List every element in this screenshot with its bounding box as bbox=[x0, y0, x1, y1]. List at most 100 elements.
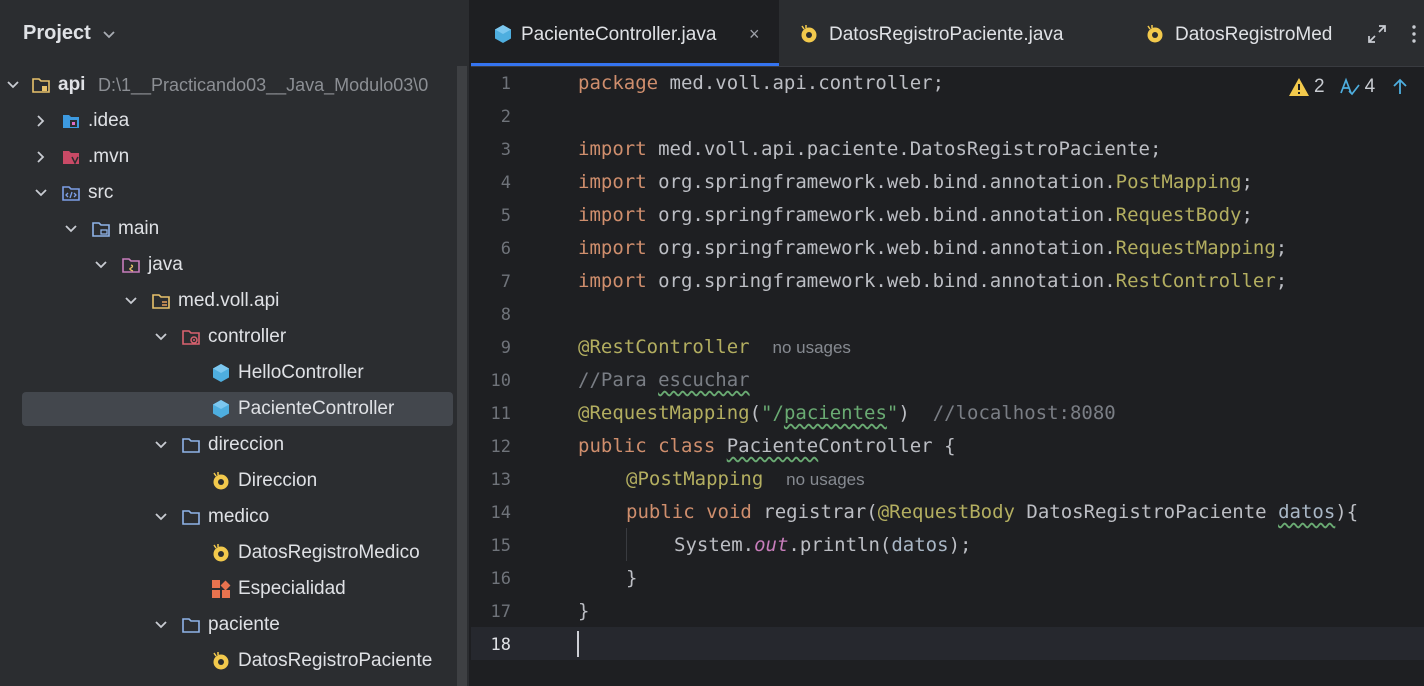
tree-item-label: HelloController bbox=[238, 362, 364, 383]
tab-label: PacienteController.java bbox=[521, 24, 717, 45]
maximize-icon[interactable] bbox=[1367, 24, 1387, 44]
java-source-folder-icon bbox=[122, 258, 140, 273]
keyword: public void bbox=[626, 501, 764, 523]
line-number: 3 bbox=[500, 140, 511, 160]
more-options-icon[interactable] bbox=[1411, 24, 1417, 44]
module-path: D:\1__Practicando03__Java_Modulo03\0 bbox=[98, 75, 429, 95]
import-path: med.voll.api.paciente.DatosRegistroPacie… bbox=[646, 138, 1162, 160]
chevron-down-icon[interactable] bbox=[1419, 77, 1424, 97]
tree-item-idea[interactable]: .idea bbox=[0, 103, 458, 139]
indent-guide bbox=[626, 528, 627, 561]
paren: ) bbox=[898, 402, 910, 424]
chevron-down-icon[interactable] bbox=[33, 185, 49, 201]
chevron-right-icon[interactable] bbox=[33, 113, 49, 129]
close-tab-button[interactable]: × bbox=[749, 24, 760, 45]
tree-item-label: controller bbox=[208, 326, 287, 347]
chevron-down-icon[interactable] bbox=[101, 26, 117, 42]
tree-item-label: Direccion bbox=[238, 470, 318, 491]
enum-class-icon bbox=[212, 580, 231, 598]
package-icon bbox=[182, 438, 200, 453]
arrow-up-icon[interactable] bbox=[1389, 77, 1411, 97]
annotation: @RequestBody bbox=[877, 501, 1015, 523]
imported-class: RequestBody bbox=[1115, 204, 1242, 226]
usages-hint[interactable]: no usages bbox=[786, 470, 864, 489]
semicolon: ; bbox=[1275, 270, 1288, 292]
tab-label: DatosRegistroMed bbox=[1175, 24, 1333, 45]
tree-item-direccion-package[interactable]: direccion bbox=[0, 427, 458, 463]
tree-item-medico-package[interactable]: medico bbox=[0, 499, 458, 535]
code-line-4: import org.springframework.web.bind.anno… bbox=[578, 171, 1253, 204]
warning-icon bbox=[1289, 78, 1309, 96]
imported-class: PostMapping bbox=[1115, 171, 1242, 193]
chevron-down-icon[interactable] bbox=[63, 221, 79, 237]
chevron-down-icon[interactable] bbox=[5, 77, 21, 93]
tab-datos-registro-paciente[interactable]: DatosRegistroPaciente.java bbox=[779, 0, 1109, 66]
string-literal: "/ bbox=[761, 402, 784, 424]
tree-item-datos-registro-medico[interactable]: DatosRegistroMedico bbox=[0, 535, 458, 571]
tree-item-package-root[interactable]: med.voll.api bbox=[0, 283, 458, 319]
keyword: public class bbox=[578, 435, 727, 457]
tree-item-hello-controller[interactable]: HelloController bbox=[0, 355, 458, 391]
tab-paciente-controller[interactable]: PacienteController.java × bbox=[471, 0, 779, 66]
semicolon: ; bbox=[1275, 237, 1288, 259]
tree-item-paciente-package[interactable]: paciente bbox=[0, 607, 458, 643]
code-line-15: System.out.println(datos); bbox=[674, 534, 971, 567]
chevron-down-icon[interactable] bbox=[93, 257, 109, 273]
code-line-17: } bbox=[578, 600, 589, 633]
tree-item-controller[interactable]: controller bbox=[0, 319, 458, 355]
keyword: import bbox=[578, 171, 647, 193]
chevron-down-icon[interactable] bbox=[153, 617, 169, 633]
tree-item-java[interactable]: java bbox=[0, 247, 458, 283]
keyword: import bbox=[578, 270, 647, 292]
tree-item-label: DatosRegistroMedico bbox=[238, 542, 420, 563]
tree-item-label: direccion bbox=[208, 434, 285, 455]
tree-item-especialidad[interactable]: Especialidad bbox=[0, 571, 458, 607]
tree-item-src[interactable]: src bbox=[0, 175, 458, 211]
project-panel-title[interactable]: Project bbox=[23, 22, 91, 45]
tree-item-direccion-record[interactable]: Direccion bbox=[0, 463, 458, 499]
code-line-10: //Para escuchar bbox=[578, 369, 750, 402]
line-number: 2 bbox=[500, 107, 511, 127]
line-number: 4 bbox=[500, 173, 511, 193]
code-line-1: package med.voll.api.controller; bbox=[578, 72, 944, 105]
comment: //localhost:8080 bbox=[932, 402, 1116, 424]
tree-item-paciente-controller[interactable]: PacienteController bbox=[0, 391, 458, 427]
record-class-icon bbox=[213, 544, 229, 562]
tab-label: DatosRegistroPaciente.java bbox=[829, 24, 1064, 45]
inspections-widget[interactable]: 2 4 bbox=[1288, 74, 1424, 100]
line-number: 15 bbox=[490, 536, 511, 556]
project-scrollbar[interactable] bbox=[457, 66, 467, 686]
paren: ( bbox=[749, 402, 762, 424]
chevron-down-icon[interactable] bbox=[153, 329, 169, 345]
tree-item-mvn[interactable]: .mvn bbox=[0, 139, 458, 175]
code-line-14: public void registrar(@RequestBody Datos… bbox=[626, 501, 1358, 534]
paren: ){ bbox=[1335, 501, 1359, 523]
spring-folder-icon bbox=[182, 330, 200, 345]
package-name: med.voll.api.controller; bbox=[658, 72, 945, 94]
import-path: org.springframework.web.bind.annotation. bbox=[646, 237, 1116, 259]
chevron-right-icon[interactable] bbox=[33, 149, 49, 165]
tree-item-datos-registro-paciente[interactable]: DatosRegistroPaciente bbox=[0, 643, 458, 679]
chevron-down-icon[interactable] bbox=[123, 293, 139, 309]
tree-item-main[interactable]: main bbox=[0, 211, 458, 247]
source-folder-icon bbox=[62, 186, 80, 201]
warning-count: 2 bbox=[1314, 76, 1325, 97]
code-line-3: import med.voll.api.paciente.DatosRegist… bbox=[578, 138, 1161, 171]
chevron-down-icon[interactable] bbox=[153, 437, 169, 453]
tab-datos-registro-medico[interactable]: DatosRegistroMed bbox=[1125, 0, 1350, 66]
class-ref: System. bbox=[674, 534, 755, 556]
import-path: org.springframework.web.bind.annotation. bbox=[646, 270, 1116, 292]
tree-item-api[interactable]: api D:\1__Practicando03__Java_Modulo03\0 bbox=[0, 67, 458, 103]
tree-item-label: main bbox=[118, 218, 160, 239]
editor-tab-bar: PacienteController.java × DatosRegistroP… bbox=[471, 0, 1424, 67]
string-literal-typo: pacientes bbox=[783, 402, 887, 424]
code-editor: PacienteController.java × DatosRegistroP… bbox=[471, 0, 1424, 686]
annotation: @PostMapping bbox=[626, 468, 764, 490]
line-number-gutter: 1 2 3 4 5 6 7 8 9 10 11 12 13 14 15 16 1… bbox=[471, 67, 531, 686]
static-field: out bbox=[754, 534, 789, 556]
package-icon bbox=[182, 618, 200, 633]
chevron-down-icon[interactable] bbox=[153, 509, 169, 525]
tree-item-label: paciente bbox=[208, 614, 280, 635]
code-line-12: public class PacienteController { bbox=[578, 435, 956, 468]
usages-hint[interactable]: no usages bbox=[772, 338, 850, 357]
